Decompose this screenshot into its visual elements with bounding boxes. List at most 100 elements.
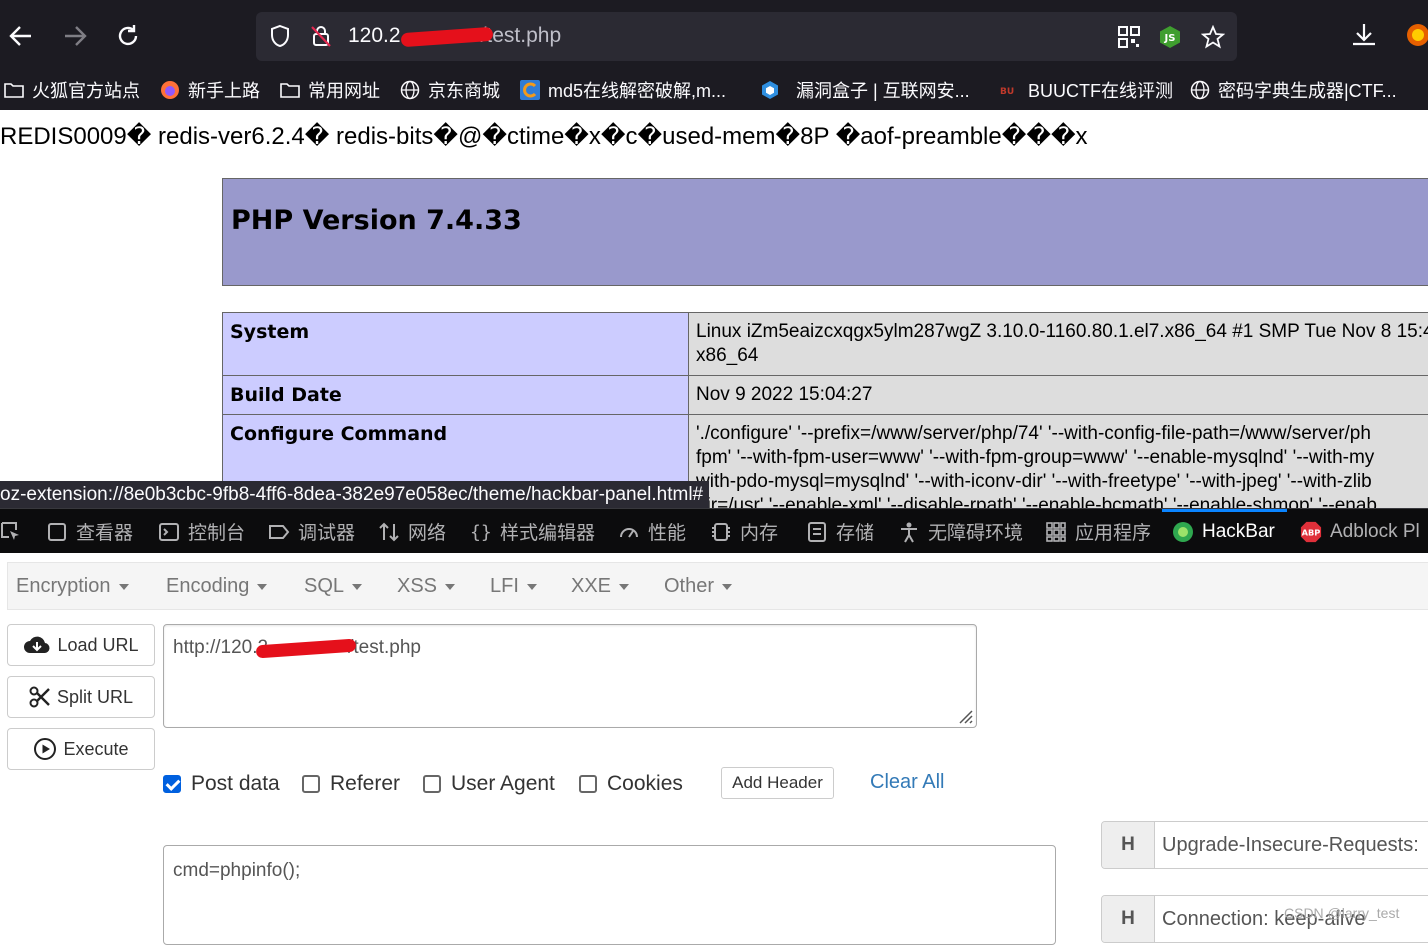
header-toggle[interactable]: H bbox=[1102, 896, 1155, 942]
tab-label: 存储 bbox=[836, 518, 874, 545]
checkbox-checked[interactable] bbox=[163, 775, 181, 793]
split-url-button[interactable]: Split URL bbox=[7, 676, 155, 718]
tab-storage[interactable]: 存储 bbox=[806, 509, 874, 554]
bookmark-item[interactable]: 火狐官方站点 bbox=[4, 76, 140, 104]
post-data-option[interactable]: Post data bbox=[163, 772, 280, 796]
element-picker-button[interactable] bbox=[0, 509, 22, 554]
bookmark-item[interactable]: 漏洞盒子 | 互联网安... bbox=[760, 76, 970, 104]
accessibility-icon bbox=[898, 521, 920, 543]
downloads-icon[interactable] bbox=[1349, 20, 1379, 50]
table-key: Build Date bbox=[223, 376, 689, 415]
menu-xss[interactable]: XSS bbox=[397, 563, 455, 609]
inspector-icon bbox=[46, 521, 68, 543]
memory-icon bbox=[710, 521, 732, 543]
bookmark-item[interactable]: 京东商城 bbox=[400, 76, 500, 104]
address-bar[interactable]: 120.2/test.php JS bbox=[256, 12, 1237, 61]
nodejs-icon[interactable]: JS bbox=[1158, 25, 1182, 49]
qr-code-icon[interactable] bbox=[1117, 25, 1141, 49]
globe-icon bbox=[1190, 80, 1210, 100]
bookmark-label: 漏洞盒子 | 互联网安... bbox=[796, 77, 970, 103]
caret-down-icon bbox=[445, 584, 455, 590]
value-line: Linux iZm5eaizcxqgx5ylm287wgZ 3.10.0-116… bbox=[696, 320, 1428, 344]
add-header-button[interactable]: Add Header bbox=[721, 767, 834, 799]
hackbar-panel: Encryption Encoding SQL XSS LFI XXE Othe… bbox=[0, 553, 1428, 931]
tab-label: 控制台 bbox=[188, 518, 245, 545]
menu-label: LFI bbox=[490, 575, 519, 597]
menu-label: Other bbox=[664, 575, 714, 597]
menu-encryption[interactable]: Encryption bbox=[16, 563, 129, 609]
globe-icon bbox=[400, 80, 420, 100]
debugger-icon bbox=[268, 521, 290, 543]
value-line: with-pdo-mysql=mysqlnd' '--with-iconv-di… bbox=[696, 470, 1428, 494]
load-url-button[interactable]: Load URL bbox=[7, 624, 155, 666]
referer-option[interactable]: Referer bbox=[302, 772, 400, 796]
menu-sql[interactable]: SQL bbox=[304, 563, 362, 609]
reload-icon bbox=[114, 22, 142, 50]
tab-debugger[interactable]: 调试器 bbox=[268, 509, 355, 554]
bookmark-star-icon[interactable] bbox=[1201, 25, 1225, 49]
caret-down-icon bbox=[722, 584, 732, 590]
bookmark-label: 密码字典生成器|CTF... bbox=[1218, 77, 1397, 103]
tab-label: HackBar bbox=[1202, 521, 1275, 543]
resize-grip-icon[interactable] bbox=[955, 706, 973, 724]
checkbox[interactable] bbox=[579, 775, 597, 793]
tracking-protection-shield-icon[interactable] bbox=[270, 24, 290, 48]
menu-encoding[interactable]: Encoding bbox=[166, 563, 267, 609]
header-row[interactable]: H Upgrade-Insecure-Requests: bbox=[1101, 821, 1428, 869]
abp-icon: ABP bbox=[1300, 521, 1322, 543]
bookmark-item[interactable]: BU BUUCTF在线评测 bbox=[1000, 76, 1173, 104]
tab-label: 无障碍环境 bbox=[928, 518, 1023, 545]
tab-label: Adblock Pl bbox=[1330, 521, 1420, 543]
tab-performance[interactable]: 性能 bbox=[618, 509, 686, 554]
header-toggle[interactable]: H bbox=[1102, 822, 1155, 868]
bookmark-item[interactable]: md5在线解密破解,m... bbox=[520, 76, 726, 104]
caret-down-icon bbox=[619, 584, 629, 590]
bookmark-item[interactable]: 新手上路 bbox=[160, 76, 260, 104]
bookmarks-toolbar: 火狐官方站点 新手上路 常用网址 京东商城 md5在线解密破解,m... 漏洞盒… bbox=[0, 70, 1428, 110]
reload-button[interactable] bbox=[113, 22, 143, 52]
checkbox[interactable] bbox=[423, 775, 441, 793]
execute-button[interactable]: Execute bbox=[7, 728, 155, 770]
value-line: Nov 9 2022 15:04:27 bbox=[696, 383, 1428, 407]
redis-dump-output: REDIS0009� redis-ver6.2.4� redis-bits�@�… bbox=[0, 122, 1088, 151]
tab-adblock-plus[interactable]: ABP Adblock Pl bbox=[1300, 509, 1420, 554]
devtools-toolbar: 查看器 控制台 调试器 网络 {}样式编辑器 性能 内存 存储 无障碍环境 应用… bbox=[0, 508, 1428, 554]
tab-hackbar[interactable]: HackBar bbox=[1162, 509, 1287, 554]
style-editor-icon: {} bbox=[470, 521, 492, 543]
url-textarea[interactable]: http://120.2/test.php bbox=[163, 624, 977, 728]
tab-inspector[interactable]: 查看器 bbox=[46, 509, 133, 554]
menu-xxe[interactable]: XXE bbox=[571, 563, 629, 609]
cookies-option[interactable]: Cookies bbox=[579, 772, 683, 796]
hackbar-icon bbox=[1172, 521, 1194, 543]
back-button[interactable] bbox=[6, 22, 36, 52]
menu-lfi[interactable]: LFI bbox=[490, 563, 537, 609]
tab-style-editor[interactable]: {}样式编辑器 bbox=[470, 509, 595, 554]
tab-network[interactable]: 网络 bbox=[378, 509, 446, 554]
hackbar-menu: Encryption Encoding SQL XSS LFI XXE Othe… bbox=[7, 562, 1428, 610]
insecure-lock-icon[interactable] bbox=[310, 24, 332, 48]
svg-text:ABP: ABP bbox=[1302, 527, 1321, 537]
tab-label: 性能 bbox=[648, 518, 686, 545]
tab-console[interactable]: 控制台 bbox=[158, 509, 245, 554]
forward-button[interactable] bbox=[60, 22, 90, 52]
bookmark-label: 常用网址 bbox=[308, 77, 380, 103]
value-line: fpm' '--with-fpm-user=www' '--with-fpm-g… bbox=[696, 446, 1428, 470]
checkbox[interactable] bbox=[302, 775, 320, 793]
post-data-textarea[interactable]: cmd=phpinfo(); bbox=[163, 845, 1056, 945]
menu-other[interactable]: Other bbox=[664, 563, 732, 609]
tab-accessibility[interactable]: 无障碍环境 bbox=[898, 509, 1023, 554]
value-line: './configure' '--prefix=/www/server/php/… bbox=[696, 422, 1428, 446]
table-key: System bbox=[223, 313, 689, 376]
clear-all-link[interactable]: Clear All bbox=[870, 771, 944, 794]
menu-label: Encryption bbox=[16, 575, 111, 597]
tab-application[interactable]: 应用程序 bbox=[1045, 509, 1151, 554]
user-agent-option[interactable]: User Agent bbox=[423, 772, 555, 796]
tab-memory[interactable]: 内存 bbox=[710, 509, 778, 554]
extension-fox-icon[interactable] bbox=[1403, 20, 1428, 50]
tab-label: 调试器 bbox=[298, 518, 355, 545]
bookmark-item[interactable]: 密码字典生成器|CTF... bbox=[1190, 76, 1397, 104]
bookmark-item[interactable]: 常用网址 bbox=[280, 76, 380, 104]
browser-toolbar: 120.2/test.php JS bbox=[0, 0, 1428, 70]
option-label: Post data bbox=[191, 772, 280, 796]
bookmark-label: BUUCTF在线评测 bbox=[1028, 77, 1173, 103]
